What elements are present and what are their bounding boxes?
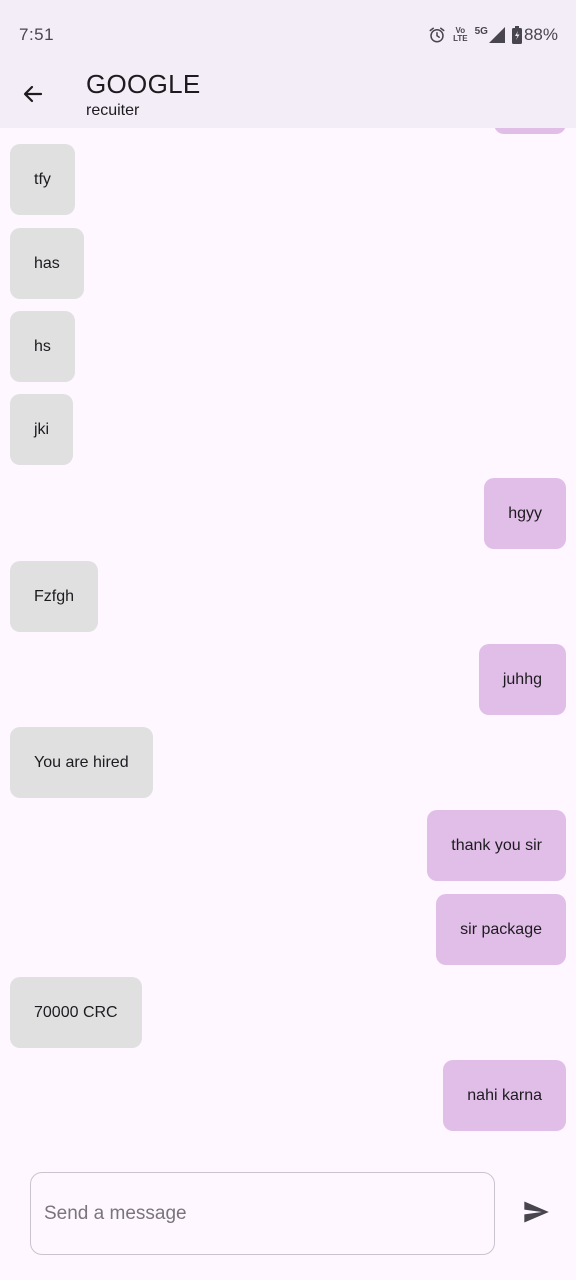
volte-bottom: LTE	[453, 34, 468, 43]
signal-icon	[488, 27, 505, 43]
battery: 88%	[511, 25, 558, 45]
status-time: 7:51	[19, 25, 55, 44]
back-button[interactable]	[13, 76, 53, 116]
battery-percent: 88%	[523, 25, 558, 44]
message-bubble: hgyy	[484, 478, 566, 549]
chat-header: GOOGLE recuiter	[86, 70, 201, 121]
message-bubble: has	[10, 228, 84, 299]
send-button[interactable]	[514, 1193, 558, 1235]
status-bar: 7:51 Vo LTE 5G 88%	[0, 0, 576, 70]
app-bar: GOOGLE recuiter	[0, 70, 576, 128]
chat-title: GOOGLE	[86, 69, 201, 99]
message-bubble: hs	[10, 311, 75, 382]
volte-icon: Vo LTE	[453, 27, 468, 43]
status-icons: Vo LTE 5G 88%	[428, 25, 558, 45]
message-bubble: Fzfgh	[10, 561, 99, 632]
message-bubble: sir package	[436, 894, 566, 965]
message-bubble: 70000 CRC	[10, 977, 142, 1048]
message-bubble: nahi karna	[443, 1060, 566, 1131]
network-type: 5G	[474, 25, 488, 37]
chat-subtitle: recuiter	[86, 102, 140, 119]
message-input[interactable]	[44, 1202, 481, 1225]
message-bubble: thank you sir	[427, 810, 566, 881]
message-bubble: tfy	[10, 144, 75, 215]
battery-icon	[511, 26, 522, 44]
message-bubble: juhhg	[478, 644, 566, 715]
message-list[interactable]: tfy has hs jki hgyy Fzfgh juhhg You are …	[0, 128, 576, 1148]
message-bubble: You are hired	[10, 727, 153, 798]
send-icon	[522, 1198, 550, 1231]
message-bubble-partial	[494, 128, 566, 134]
message-input-box[interactable]	[30, 1172, 495, 1255]
alarm-icon	[428, 26, 446, 44]
arrow-left-icon	[21, 82, 45, 111]
message-bubble: jki	[10, 394, 74, 465]
